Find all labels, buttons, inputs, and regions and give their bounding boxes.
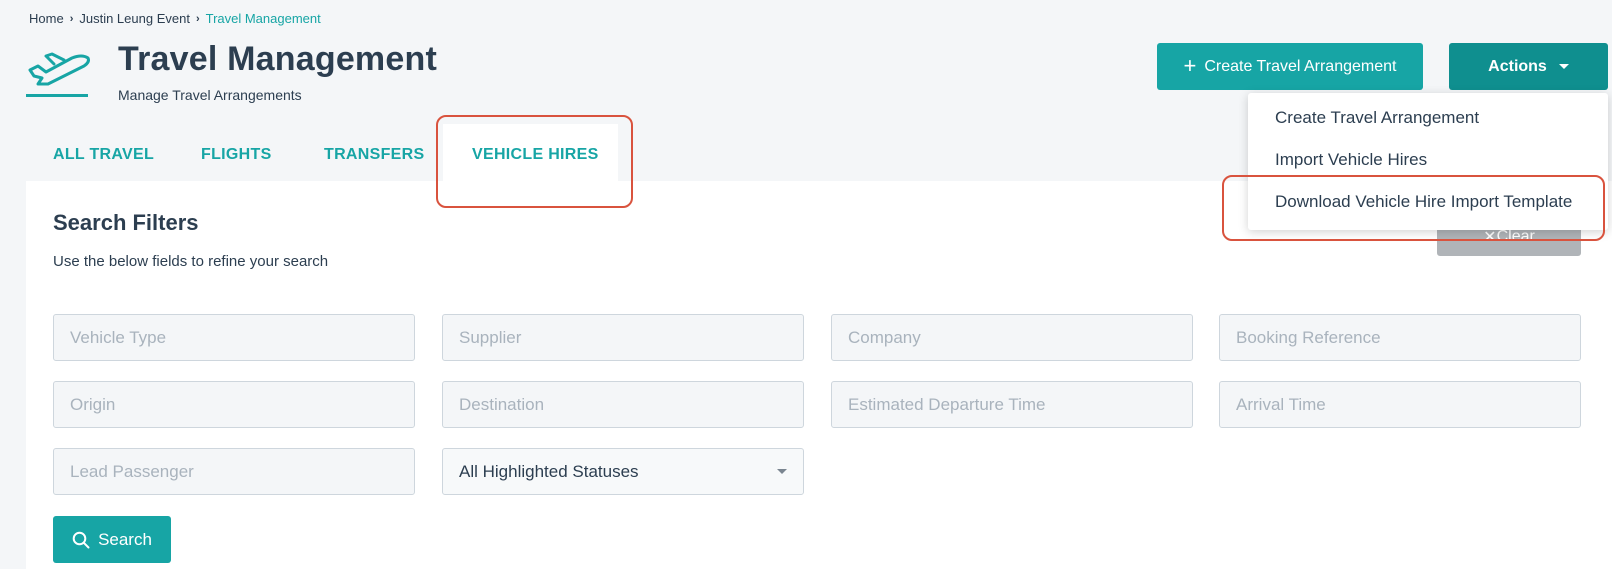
breadcrumb-current: Travel Management xyxy=(205,11,321,26)
company-input[interactable] xyxy=(831,314,1193,361)
highlight-box-download-template xyxy=(1222,175,1605,241)
breadcrumb-event[interactable]: Justin Leung Event xyxy=(79,11,190,26)
tab-transfers[interactable]: TRANSFERS xyxy=(324,146,424,164)
vehicle-type-input[interactable] xyxy=(53,314,415,361)
page-title: Travel Management xyxy=(118,40,437,78)
arrival-time-input[interactable] xyxy=(1219,381,1581,428)
menu-item-import-vehicle-hires[interactable]: Import Vehicle Hires xyxy=(1275,150,1427,170)
supplier-input[interactable] xyxy=(442,314,804,361)
airplane-icon xyxy=(26,52,90,97)
booking-reference-input[interactable] xyxy=(1219,314,1581,361)
tab-flights[interactable]: FLIGHTS xyxy=(201,146,272,164)
create-travel-arrangement-button[interactable]: + Create Travel Arrangement xyxy=(1157,43,1423,90)
search-button[interactable]: Search xyxy=(53,516,171,563)
origin-input[interactable] xyxy=(53,381,415,428)
tab-all-travel[interactable]: ALL TRAVEL xyxy=(53,146,154,164)
chevron-right-icon: › xyxy=(195,12,200,25)
breadcrumb-home[interactable]: Home xyxy=(29,11,64,26)
highlight-box-vehicle-hires-tab xyxy=(436,115,633,208)
destination-input[interactable] xyxy=(442,381,804,428)
create-travel-arrangement-label: Create Travel Arrangement xyxy=(1204,57,1397,75)
search-filters-subtitle: Use the below fields to refine your sear… xyxy=(53,253,329,270)
menu-item-create-travel-arrangement[interactable]: Create Travel Arrangement xyxy=(1275,108,1479,128)
status-select-value: All Highlighted Statuses xyxy=(459,461,639,481)
plus-icon: + xyxy=(1183,52,1197,78)
caret-down-icon xyxy=(777,469,787,474)
actions-label: Actions xyxy=(1488,57,1547,75)
status-select[interactable]: All Highlighted Statuses xyxy=(442,448,804,495)
chevron-right-icon: › xyxy=(69,12,74,25)
caret-down-icon xyxy=(1558,64,1569,69)
search-label: Search xyxy=(98,529,152,549)
breadcrumb: Home › Justin Leung Event › Travel Manag… xyxy=(29,11,321,26)
estimated-departure-time-input[interactable] xyxy=(831,381,1193,428)
lead-passenger-input[interactable] xyxy=(53,448,415,495)
search-icon xyxy=(72,531,90,548)
page-subtitle: Manage Travel Arrangements xyxy=(118,87,302,103)
search-filters-title: Search Filters xyxy=(53,210,199,235)
actions-button[interactable]: Actions xyxy=(1449,43,1608,90)
